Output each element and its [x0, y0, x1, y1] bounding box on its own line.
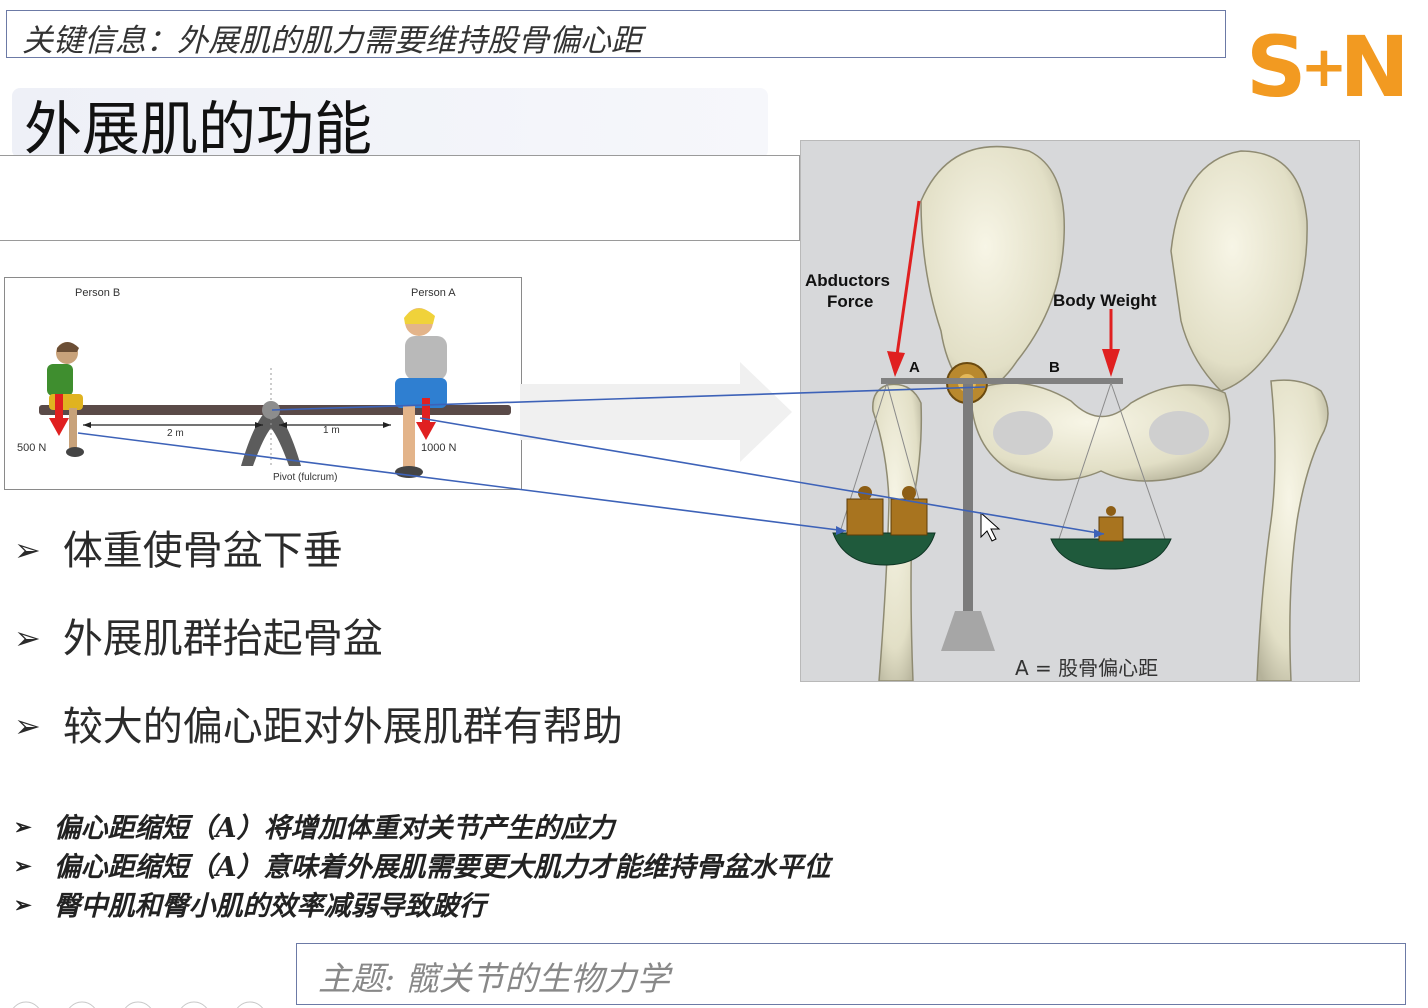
- bullet-item: ➢ 体重使骨盆下垂: [14, 518, 343, 576]
- distance-right-arrowhead-2: [383, 422, 391, 428]
- force-arrow-left-head: [49, 418, 69, 436]
- force-arrow-right-shaft: [422, 398, 430, 424]
- force-label: Force: [827, 292, 873, 311]
- label-person-a: Person A: [411, 287, 456, 299]
- decor-circle: [180, 1001, 208, 1008]
- brand-logo: S+N: [1246, 25, 1410, 109]
- person-a-shorts: [395, 378, 447, 408]
- slide-title: 外展肌的功能: [24, 95, 373, 163]
- left-ilium: [920, 145, 1066, 398]
- bullet-item: ➢ 较大的偏心距对外展肌群有帮助: [14, 694, 623, 752]
- distance-left-arrowhead: [83, 422, 91, 428]
- note-text: 偏心距缩短（A）将增加体重对关节产生的应力: [53, 813, 615, 844]
- note-item: ➢ 偏心距缩短（A）将增加体重对关节产生的应力: [14, 806, 615, 845]
- label-distance-right: 1 m: [323, 425, 340, 436]
- logo-letter-n: N: [1339, 18, 1409, 116]
- seesaw-illustration: Person B Person A 500 N 1000 N 2 m 1 m P…: [4, 277, 522, 490]
- decor-circle: [12, 1001, 40, 1008]
- note-text: 臀中肌和臀小肌的效率减弱导致跛行: [53, 891, 486, 922]
- key-message-text: 关键信息：外展肌的肌力需要维持股骨偏心距: [22, 23, 642, 59]
- hip-balance-illustration: Abductors Force Body Weight A B A = 股骨偏心…: [800, 140, 1360, 682]
- note-item: ➢ 偏心距缩短（A）意味着外展肌需要更大肌力才能维持骨盆水平位: [14, 845, 831, 884]
- left-weight-2: [890, 498, 928, 536]
- note-arrow-icon: ➢: [14, 814, 32, 839]
- bullet-arrow-icon: ➢: [14, 707, 41, 745]
- scale-stand: [963, 383, 973, 611]
- left-pan: [832, 532, 936, 566]
- note-arrow-icon: ➢: [14, 853, 32, 878]
- logo-letter-s: S: [1246, 18, 1306, 116]
- bullet-text: 外展肌群抬起骨盆: [62, 616, 383, 662]
- abductor-force-arrow-shaft: [895, 200, 921, 356]
- abductor-force-arrow-head: [887, 351, 905, 377]
- blank-panel: [0, 155, 800, 241]
- transition-arrow-icon: [520, 362, 792, 462]
- person-b-shoe: [66, 447, 84, 457]
- left-weight-1-knob: [858, 486, 872, 500]
- label-pivot: Pivot (fulcrum): [273, 472, 337, 483]
- decor-circle: [124, 1001, 152, 1008]
- balance-beam: [881, 378, 1123, 384]
- logo-plus: +: [1300, 35, 1348, 100]
- label-distance-left: 2 m: [167, 428, 184, 439]
- topic-text: 主题: 髋关节的生物力学: [318, 959, 670, 998]
- bottom-decoration: [12, 1001, 264, 1008]
- left-weight-1: [846, 498, 884, 536]
- right-pan: [1050, 538, 1172, 570]
- bullet-arrow-icon: ➢: [14, 619, 41, 657]
- right-femur: [1256, 379, 1329, 682]
- note-item: ➢ 臀中肌和臀小肌的效率减弱导致跛行: [14, 884, 486, 923]
- right-weight: [1098, 516, 1124, 542]
- person-a-shoe: [395, 466, 423, 478]
- person-a-leg: [403, 406, 415, 468]
- right-obturator: [1149, 411, 1209, 455]
- right-ilium: [1170, 150, 1308, 392]
- person-a-shirt: [405, 336, 447, 380]
- force-arrow-right-head: [416, 422, 436, 440]
- scale-base: [941, 611, 995, 651]
- offset-caption: A = 股骨偏心距: [1015, 656, 1158, 680]
- body-weight-arrow-head: [1102, 349, 1120, 377]
- note-text: 偏心距缩短（A）意味着外展肌需要更大肌力才能维持骨盆水平位: [53, 852, 831, 883]
- bullet-arrow-icon: ➢: [14, 531, 41, 569]
- bullet-text: 体重使骨盆下垂: [62, 528, 343, 574]
- left-weight-2-knob: [902, 486, 916, 500]
- person-b-leg: [69, 408, 77, 448]
- abductors-label: Abductors: [805, 271, 890, 290]
- decor-circle: [68, 1001, 96, 1008]
- seesaw-drawing: Person B Person A 500 N 1000 N 2 m 1 m P…: [17, 287, 511, 483]
- mouse-cursor-icon: [980, 511, 1001, 542]
- body-weight-label: Body Weight: [1053, 291, 1157, 310]
- pivot-hinge: [262, 401, 280, 419]
- right-weight-knob: [1106, 506, 1116, 516]
- hip-drawing: Abductors Force Body Weight A B A = 股骨偏心…: [805, 145, 1329, 682]
- offset-label-b: B: [1049, 359, 1060, 376]
- person-a-hair: [404, 308, 435, 324]
- bullet-item: ➢ 外展肌群抬起骨盆: [14, 606, 383, 664]
- force-arrow-left-shaft: [55, 394, 63, 420]
- person-b-shorts: [49, 394, 83, 410]
- left-obturator: [993, 411, 1053, 455]
- bullet-text: 较大的偏心距对外展肌群有帮助: [62, 704, 623, 750]
- offset-label-a: A: [909, 359, 920, 376]
- label-force-left: 500 N: [17, 442, 46, 454]
- person-b-hair: [57, 342, 79, 352]
- label-person-b: Person B: [75, 287, 120, 299]
- note-arrow-icon: ➢: [14, 892, 32, 917]
- decor-circle: [236, 1001, 264, 1008]
- person-b-shirt: [47, 364, 73, 396]
- label-force-right: 1000 N: [421, 442, 457, 454]
